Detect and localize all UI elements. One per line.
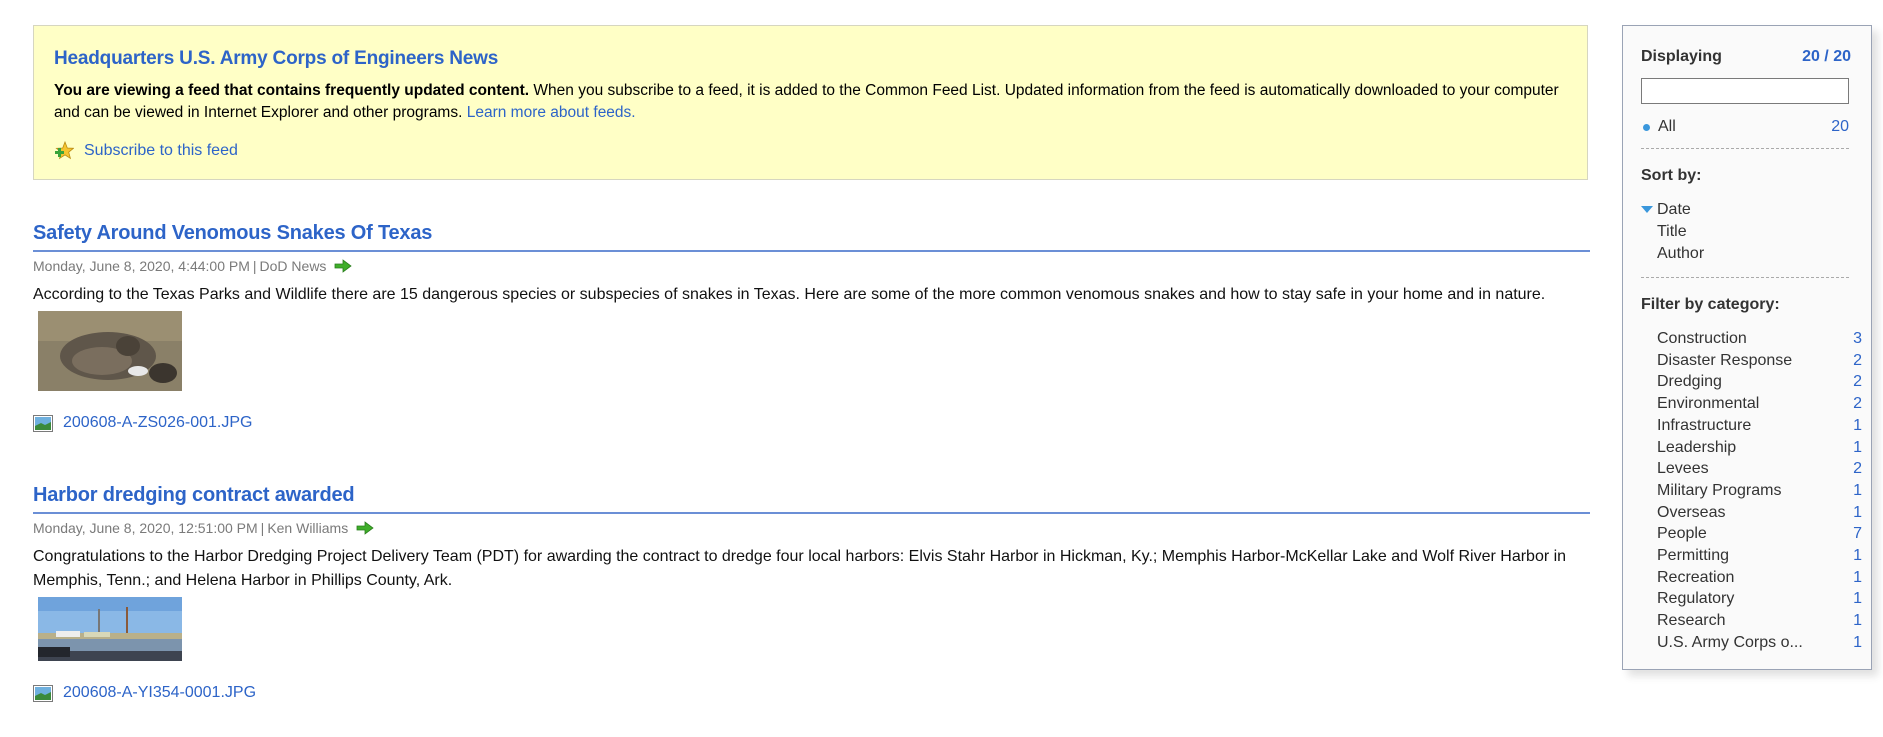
category-item[interactable]: Overseas 1 <box>1641 502 1862 524</box>
category-item[interactable]: Military Programs 1 <box>1641 480 1862 502</box>
feed-filter-sidebar: Displaying 20 / 20 All 20 Sort by: Date … <box>1622 25 1872 670</box>
meta-separator: | <box>260 520 265 536</box>
article-meta: Monday, June 8, 2020, 4:44:00 PM | DoD N… <box>33 258 1590 274</box>
filter-all-label: All <box>1658 118 1676 135</box>
displaying-header: Displaying 20 / 20 <box>1641 48 1853 66</box>
attachment-link[interactable]: 200608-A-ZS026-001.JPG <box>63 414 252 432</box>
go-to-article-arrow-icon[interactable] <box>334 259 353 273</box>
sort-options: Date Title Author <box>1641 199 1853 265</box>
selected-bullet-icon <box>1643 123 1650 131</box>
category-item[interactable]: Levees 2 <box>1641 458 1862 480</box>
category-item[interactable]: U.S. Army Corps o... 1 <box>1641 632 1862 654</box>
feed-title: Headquarters U.S. Army Corps of Engineer… <box>54 48 499 69</box>
category-item[interactable]: Research 1 <box>1641 610 1862 632</box>
sort-descending-triangle-icon <box>1641 206 1653 213</box>
feed-description-bold: You are viewing a feed that contains fre… <box>54 82 530 99</box>
attachment-row: 200608-A-YI354-0001.JPG <box>33 684 1590 702</box>
feed-info-banner: Headquarters U.S. Army Corps of Engineer… <box>33 25 1588 180</box>
sort-option-author[interactable]: Author <box>1641 243 1853 265</box>
article-date: Monday, June 8, 2020, 12:51:00 PM <box>33 520 258 536</box>
sort-option-title[interactable]: Title <box>1641 221 1853 243</box>
category-item[interactable]: Permitting 1 <box>1641 545 1862 567</box>
category-list: Construction 3 Disaster Response 2 Dredgin… <box>1641 328 1862 654</box>
attachment-link[interactable]: 200608-A-YI354-0001.JPG <box>63 684 256 702</box>
meta-separator: | <box>252 258 257 274</box>
subscribe-star-icon[interactable] <box>54 141 74 161</box>
category-item[interactable]: Dredging 2 <box>1641 371 1862 393</box>
displaying-count: 20 / 20 <box>1802 48 1851 65</box>
subscribe-row: Subscribe to this feed <box>54 141 1567 161</box>
category-item[interactable]: Recreation 1 <box>1641 567 1862 589</box>
learn-more-link[interactable]: Learn more about feeds. <box>467 104 636 121</box>
sort-option-date[interactable]: Date <box>1641 199 1853 221</box>
article-title-link[interactable]: Safety Around Venomous Snakes Of Texas <box>33 222 1590 252</box>
harbor-photo[interactable] <box>38 597 182 661</box>
feed-article: Safety Around Venomous Snakes Of Texas M… <box>33 222 1590 432</box>
divider <box>1641 148 1849 149</box>
category-item[interactable]: Regulatory 1 <box>1641 588 1862 610</box>
filter-all[interactable]: All 20 <box>1641 118 1853 136</box>
category-item[interactable]: Infrastructure 1 <box>1641 415 1862 437</box>
divider <box>1641 277 1849 278</box>
category-item[interactable]: Leadership 1 <box>1641 437 1862 459</box>
image-file-icon <box>33 684 53 702</box>
feed-description: You are viewing a feed that contains fre… <box>54 80 1567 124</box>
article-summary: Congratulations to the Harbor Dredging P… <box>33 548 1567 589</box>
article-summary: According to the Texas Parks and Wildlif… <box>33 286 1546 303</box>
filter-all-count: 20 <box>1831 118 1849 135</box>
attachment-row: 200608-A-ZS026-001.JPG <box>33 414 1590 432</box>
article-author: Ken Williams <box>267 520 349 536</box>
sort-by-title: Sort by: <box>1641 167 1702 184</box>
feed-search-input[interactable] <box>1641 78 1849 104</box>
feed-article: Harbor dredging contract awarded Monday,… <box>33 484 1590 702</box>
article-title-link[interactable]: Harbor dredging contract awarded <box>33 484 1590 514</box>
category-item[interactable]: Construction 3 <box>1641 328 1862 350</box>
article-date: Monday, June 8, 2020, 4:44:00 PM <box>33 258 250 274</box>
displaying-label: Displaying <box>1641 48 1722 65</box>
category-item[interactable]: Disaster Response 2 <box>1641 350 1862 372</box>
article-meta: Monday, June 8, 2020, 12:51:00 PM | Ken … <box>33 520 1590 536</box>
image-file-icon <box>33 414 53 432</box>
filter-by-category-title: Filter by category: <box>1641 296 1780 313</box>
article-author: DoD News <box>259 258 327 274</box>
go-to-article-arrow-icon[interactable] <box>356 521 374 535</box>
category-item[interactable]: People 7 <box>1641 523 1862 545</box>
category-item[interactable]: Environmental 2 <box>1641 393 1862 415</box>
rattlesnake-photo[interactable] <box>38 311 182 391</box>
subscribe-link[interactable]: Subscribe to this feed <box>84 142 238 160</box>
